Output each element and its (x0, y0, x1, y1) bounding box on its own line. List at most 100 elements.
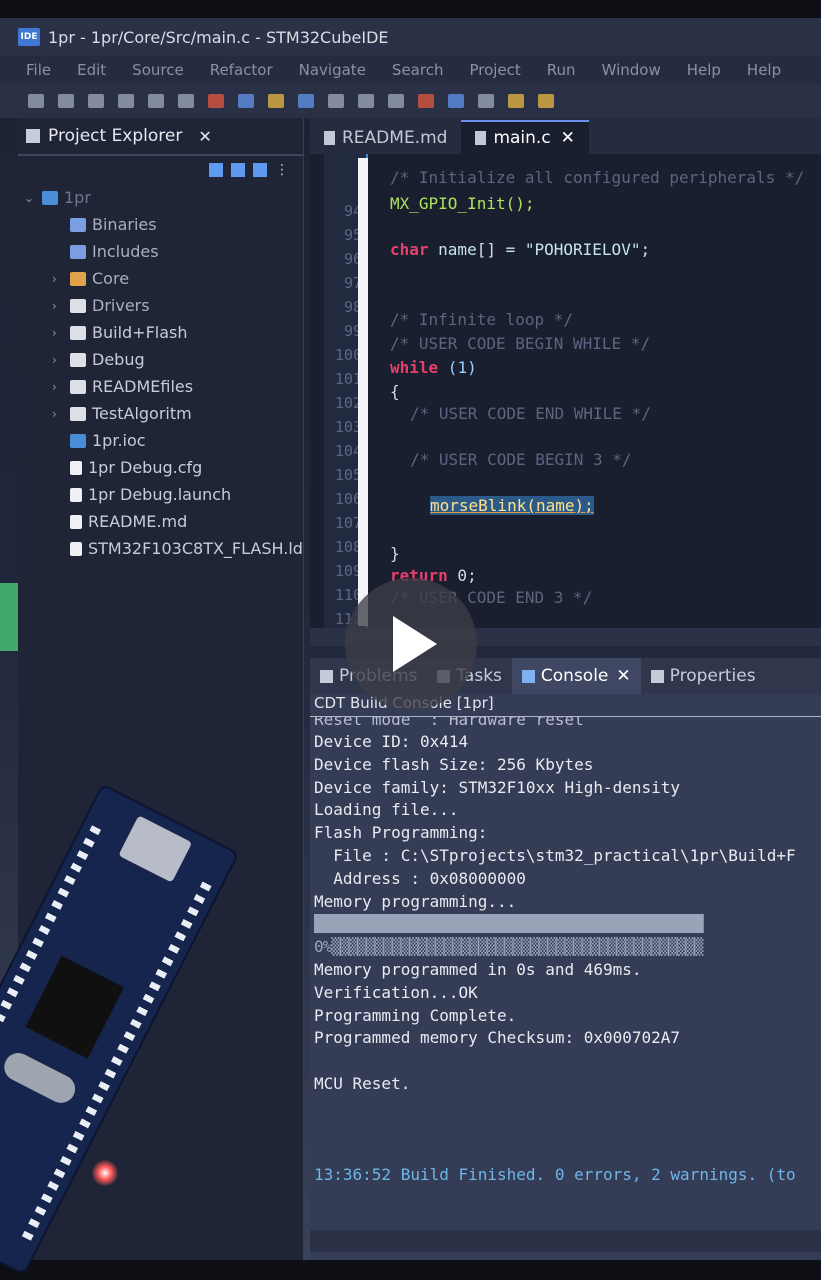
tab-main-c[interactable]: main.c ✕ (461, 120, 589, 154)
tree-project-root[interactable]: ⌄ 1pr (18, 184, 303, 211)
code-editor: README.md main.c ✕ 94 95 96 97 98 99 100… (310, 118, 821, 646)
tree-item-label: TestAlgoritm (92, 404, 192, 423)
morse-blink-call[interactable]: morseBlink(name); (430, 496, 594, 515)
console-output[interactable]: Reset mode : Hardware reset Device ID: 0… (310, 717, 821, 1187)
tree-item-label: Includes (92, 242, 159, 261)
tree-item-label: Debug (92, 350, 145, 369)
tree-item-label: README.md (88, 512, 188, 531)
tree-item-label: READMEfiles (92, 377, 194, 396)
code-line: MX_GPIO_Init(); (390, 194, 535, 213)
tree-item[interactable]: README.md (18, 508, 303, 535)
chevron-right-icon[interactable]: › (52, 326, 66, 340)
tree-item[interactable]: › TestAlgoritm (18, 400, 303, 427)
menu-window[interactable]: Window (602, 61, 661, 79)
progress-bar-line: ████████████████████████████████████████… (314, 914, 703, 934)
brush-icon[interactable] (538, 94, 554, 108)
console-line: Reset mode : Hardware reset (314, 717, 584, 729)
tab-readme[interactable]: README.md (310, 122, 461, 154)
new-class-icon[interactable] (238, 94, 254, 108)
markdown-file-icon (70, 514, 82, 529)
menu-edit[interactable]: Edit (77, 61, 106, 79)
build-icon[interactable] (268, 94, 284, 108)
tree-item[interactable]: › Core (18, 265, 303, 292)
menu-help-extra[interactable]: Help (747, 61, 781, 79)
tree-item[interactable]: › Debug (18, 346, 303, 373)
menu-refactor[interactable]: Refactor (210, 61, 273, 79)
menu-help[interactable]: Help (687, 61, 721, 79)
tab-console[interactable]: Console ✕ (511, 658, 641, 694)
clipboard-icon[interactable] (178, 94, 194, 108)
menu-bar: File Edit Source Refactor Navigate Searc… (0, 56, 821, 84)
save-all-icon[interactable] (88, 94, 104, 108)
chevron-right-icon[interactable]: › (52, 272, 66, 286)
console-line: Verification...OK (314, 982, 478, 1002)
tree-item[interactable]: › Drivers (18, 292, 303, 319)
tree-item[interactable]: Includes (18, 238, 303, 265)
settings-icon[interactable] (118, 94, 134, 108)
play-button[interactable] (345, 578, 477, 710)
collapse-all-icon[interactable] (209, 163, 223, 177)
editor-margin-bar (358, 158, 368, 626)
menu-file[interactable]: File (26, 61, 51, 79)
hammer-icon[interactable] (148, 94, 164, 108)
menu-source[interactable]: Source (132, 61, 184, 79)
console-line: Device family: STM32F10xx High-density (314, 777, 681, 797)
code-comment: /* USER CODE BEGIN 3 */ (410, 450, 632, 469)
code-area[interactable]: 94 95 96 97 98 99 100 101 102 103 104 10… (310, 154, 821, 629)
breakpoint-icon[interactable] (358, 94, 374, 108)
tree-item[interactable]: 1pr Debug.launch (18, 481, 303, 508)
console-line: Programmed memory Checksum: 0x000702A7 (314, 1028, 681, 1048)
chevron-right-icon[interactable]: › (52, 353, 66, 367)
project-name: 1pr (64, 188, 91, 207)
refresh-icon[interactable] (328, 94, 344, 108)
folder-open-icon[interactable] (508, 94, 524, 108)
close-icon[interactable]: ✕ (198, 127, 211, 146)
chevron-down-icon[interactable]: ⌄ (24, 191, 38, 205)
ioc-file-icon (70, 433, 86, 448)
console-line: MCU Reset. (314, 1073, 411, 1093)
link-editor-icon[interactable] (231, 163, 245, 177)
external-tools-icon[interactable] (478, 94, 494, 108)
debug-icon[interactable] (418, 94, 434, 108)
tree-item[interactable]: Binaries (18, 211, 303, 238)
chevron-right-icon[interactable]: › (52, 380, 66, 394)
tree-item[interactable]: 1pr.ioc (18, 427, 303, 454)
chevron-right-icon[interactable]: › (52, 299, 66, 313)
step-icon[interactable] (448, 94, 464, 108)
tree-item-label: Drivers (92, 296, 150, 315)
folder-icon (70, 352, 86, 367)
file-icon[interactable] (298, 94, 314, 108)
chevron-right-icon[interactable]: › (52, 407, 66, 421)
undo-icon[interactable] (208, 94, 224, 108)
folder-icon (70, 271, 86, 286)
menu-run[interactable]: Run (547, 61, 576, 79)
save-icon[interactable] (58, 94, 74, 108)
console-line: Memory programming... (314, 891, 517, 911)
tree-item[interactable]: › Build+Flash (18, 319, 303, 346)
console-horizontal-scrollbar[interactable] (310, 1230, 821, 1252)
code-comment: /* USER CODE END WHILE */ (410, 404, 651, 423)
close-icon[interactable]: ✕ (616, 666, 630, 686)
view-menu-icon[interactable]: ⋮ (275, 162, 289, 178)
tab-label: Console (540, 666, 609, 686)
project-icon (42, 190, 58, 205)
c-file-icon (475, 131, 487, 145)
filter-icon[interactable] (253, 163, 267, 177)
folder-icon (70, 406, 86, 421)
tree-item[interactable]: › READMEfiles (18, 373, 303, 400)
folder-icon (70, 298, 86, 313)
tree-item[interactable]: 1pr Debug.cfg (18, 454, 303, 481)
new-icon[interactable] (28, 94, 44, 108)
code-line: char name[] = "POHORIELOV"; (390, 240, 651, 259)
tab-properties[interactable]: Properties (641, 658, 766, 694)
tree-item[interactable]: STM32F103C8TX_FLASH.ld (18, 535, 303, 562)
project-explorer-tab[interactable]: Project Explorer ✕ (18, 118, 303, 156)
menu-project[interactable]: Project (469, 61, 520, 79)
includes-icon (70, 244, 86, 259)
run-icon[interactable] (388, 94, 404, 108)
build-finished-line: 13:36:52 Build Finished. 0 errors, 2 war… (314, 1165, 796, 1185)
menu-navigate[interactable]: Navigate (299, 61, 366, 79)
close-icon[interactable]: ✕ (561, 128, 575, 148)
menu-search[interactable]: Search (392, 61, 444, 79)
